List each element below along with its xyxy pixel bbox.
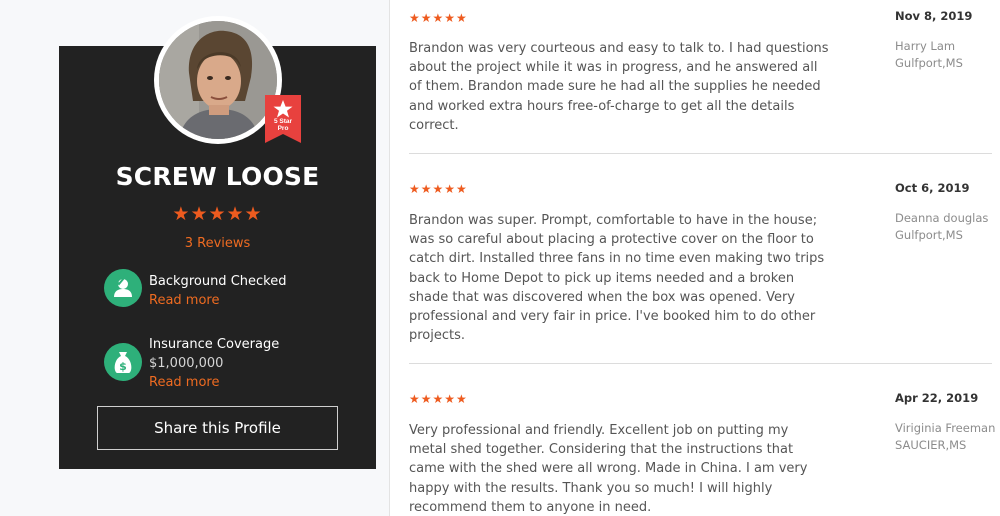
review-date: Apr 22, 2019 (895, 391, 979, 405)
background-read-more-link[interactable]: Read more (149, 293, 219, 308)
review-text: Brandon was super. Prompt, comfortable t… (409, 213, 825, 344)
reviews-count-link[interactable]: 3 Reviews (59, 236, 376, 251)
avatar-photo (159, 21, 277, 139)
person-check-icon (104, 269, 142, 307)
share-profile-button[interactable]: Share this Profile (97, 406, 338, 450)
review-author: Harry Lam (895, 39, 956, 53)
review-text: Very professional and friendly. Excellen… (409, 423, 808, 515)
background-checked-title: Background Checked (149, 274, 287, 289)
five-star-pro-badge: 5 Star Pro (265, 95, 301, 143)
insurance-coverage-amount: $1,000,000 (149, 356, 224, 371)
profile-name: SCREW LOOSE (115, 162, 320, 191)
review-text: Brandon was very courteous and easy to t… (409, 41, 829, 133)
review-location: Gulfport,MS (895, 228, 963, 242)
review-location: SAUCIER,MS (895, 438, 967, 452)
review-divider (409, 363, 992, 364)
profile-rating-stars: ★★★★★ (172, 204, 263, 225)
insurance-coverage-title: Insurance Coverage (149, 337, 280, 352)
review-author: Deanna douglas (895, 211, 989, 225)
review-rating-stars: ★★★★★ (409, 11, 468, 25)
money-bag-icon: $ (104, 343, 142, 381)
review-date: Oct 6, 2019 (895, 181, 970, 195)
review-divider (409, 153, 992, 154)
svg-text:$: $ (119, 360, 127, 373)
review-rating-stars: ★★★★★ (409, 182, 468, 196)
insurance-read-more-link[interactable]: Read more (149, 375, 219, 390)
avatar (154, 16, 282, 144)
review-location: Gulfport,MS (895, 56, 963, 70)
review-date: Nov 8, 2019 (895, 9, 973, 23)
badge-label-line2: Pro (277, 125, 289, 132)
review-rating-stars: ★★★★★ (409, 392, 468, 406)
review-author: Viriginia Freeman (895, 421, 996, 435)
